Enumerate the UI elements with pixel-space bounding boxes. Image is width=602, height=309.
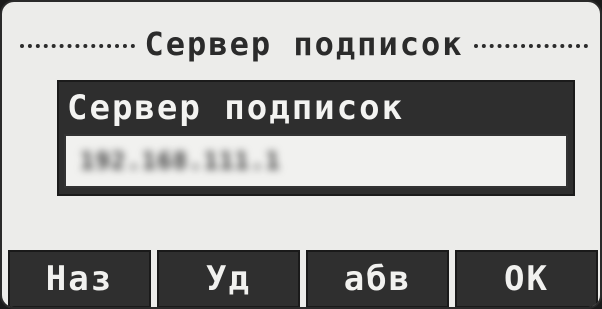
title-row: Сервер подписок: [20, 24, 589, 64]
title-divider-right: [473, 44, 589, 48]
back-softkey[interactable]: Наз: [8, 250, 151, 307]
field-label: Сервер подписок: [67, 88, 405, 128]
softkey-bar: Наз Уд абв OK: [8, 250, 598, 307]
delete-softkey[interactable]: Уд: [157, 250, 300, 307]
server-field-panel: Сервер подписок 192.168.111.1: [57, 80, 575, 196]
ok-softkey[interactable]: OK: [455, 250, 598, 307]
input-mode-softkey[interactable]: абв: [306, 250, 449, 307]
lcd-screen: Сервер подписок Сервер подписок 192.168.…: [0, 0, 602, 309]
server-address-input[interactable]: 192.168.111.1: [64, 134, 568, 188]
server-address-value: 192.168.111.1: [80, 147, 281, 175]
title-divider-left: [20, 44, 135, 48]
screen-title: Сервер подписок: [144, 25, 464, 63]
